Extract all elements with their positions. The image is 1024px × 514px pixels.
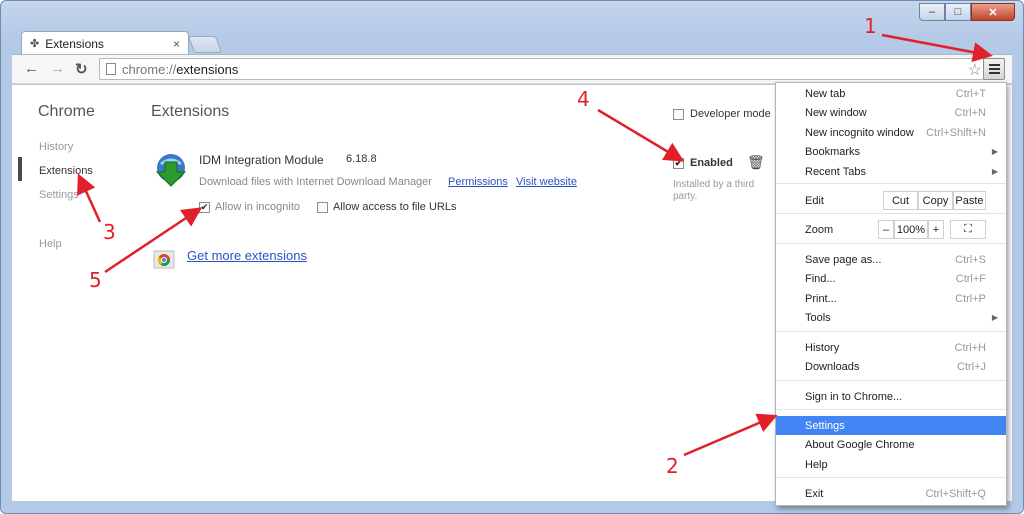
menu-item-history[interactable]: History Ctrl+H — [776, 338, 1006, 357]
menu-item-new-incognito[interactable]: New incognito window Ctrl+Shift+N — [776, 123, 1006, 142]
zoom-in-button[interactable]: + — [928, 220, 944, 239]
address-bar[interactable]: chrome://extensions ☆ — [99, 58, 989, 80]
cut-button[interactable]: Cut — [883, 191, 918, 210]
puzzle-icon: ✤ — [30, 38, 40, 50]
menu-separator — [776, 213, 1006, 214]
edit-button-group: Cut Copy Paste — [883, 191, 986, 210]
extension-description: Download files with Internet Download Ma… — [199, 176, 432, 188]
annotation-label-4: 4 — [577, 87, 590, 111]
extension-name: IDM Integration Module — [199, 153, 324, 167]
enabled-checkbox[interactable]: ✔ — [673, 157, 684, 169]
sidebar-item-help[interactable]: Help — [39, 238, 62, 250]
menu-separator — [776, 477, 1006, 478]
tab-title: Extensions — [45, 36, 104, 51]
annotation-label-2: 2 — [666, 454, 679, 478]
sidebar-selection-indicator — [18, 157, 22, 181]
menu-item-exit[interactable]: Exit Ctrl+Shift+Q — [776, 484, 1006, 503]
new-tab-button[interactable] — [187, 36, 223, 53]
fullscreen-icon[interactable]: ⛶ — [950, 220, 986, 239]
allow-incognito-label: Allow in incognito — [215, 201, 300, 213]
page-icon — [106, 63, 116, 75]
menu-separator — [776, 409, 1006, 410]
menu-item-downloads[interactable]: Downloads Ctrl+J — [776, 357, 1006, 376]
menu-item-settings[interactable]: Settings — [776, 416, 1006, 435]
annotation-label-5: 5 — [89, 268, 102, 292]
page-title: Extensions — [151, 103, 230, 120]
menu-separator — [776, 380, 1006, 381]
forward-icon[interactable]: → — [50, 60, 65, 77]
menu-separator — [776, 243, 1006, 244]
sidebar-item-extensions[interactable]: Extensions — [39, 165, 93, 177]
back-icon[interactable]: ← — [24, 60, 39, 77]
browser-window: – □ ✕ ✤ Extensions × ← → ↻ chrome://exte… — [0, 0, 1024, 514]
developer-mode-label: Developer mode — [690, 108, 771, 120]
allow-file-urls-label: Allow access to file URLs — [333, 201, 457, 213]
permissions-link[interactable]: Permissions — [448, 176, 508, 188]
developer-mode-checkbox[interactable] — [673, 108, 684, 120]
third-party-note: Installed by a third party. — [673, 179, 755, 202]
zoom-out-button[interactable]: – — [878, 220, 894, 239]
menu-separator — [776, 183, 1006, 184]
allow-incognito-checkbox[interactable]: ✔ — [199, 201, 210, 213]
menu-item-new-window[interactable]: New window Ctrl+N — [776, 103, 1006, 122]
get-more-extensions-link[interactable]: Get more extensions — [187, 248, 307, 263]
menu-item-about[interactable]: About Google Chrome — [776, 435, 1006, 454]
url-text: chrome://extensions — [122, 61, 239, 77]
enabled-option[interactable]: ✔ Enabled — [673, 157, 733, 169]
tab-extensions[interactable]: ✤ Extensions × — [21, 31, 189, 55]
minimize-button[interactable]: – — [919, 3, 945, 21]
extension-version: 6.18.8 — [346, 153, 377, 165]
reload-icon[interactable]: ↻ — [75, 60, 88, 78]
annotation-label-3: 3 — [103, 220, 116, 244]
chrome-store-icon — [153, 250, 175, 269]
menu-item-sign-in[interactable]: Sign in to Chrome... — [776, 387, 1006, 406]
menu-item-tools[interactable]: Tools ▶ — [776, 308, 1006, 327]
allow-file-urls-checkbox[interactable] — [317, 201, 328, 213]
menu-item-recent-tabs[interactable]: Recent Tabs ▶ — [776, 162, 1006, 181]
menu-item-print[interactable]: Print... Ctrl+P — [776, 289, 1006, 308]
chrome-menu: New tab Ctrl+T New window Ctrl+N New incog… — [775, 82, 1007, 506]
maximize-button[interactable]: □ — [945, 3, 971, 21]
developer-mode-toggle[interactable]: Developer mode — [673, 108, 771, 120]
visit-website-link[interactable]: Visit website — [516, 176, 577, 188]
window-controls: – □ ✕ — [919, 3, 1015, 21]
menu-icon[interactable] — [983, 58, 1005, 80]
sidebar-item-settings[interactable]: Settings — [39, 189, 79, 201]
toolbar: ← → ↻ chrome://extensions ☆ — [12, 54, 1012, 84]
copy-button[interactable]: Copy — [918, 191, 953, 210]
sidebar-item-history[interactable]: History — [39, 141, 73, 153]
zoom-level: 100% — [894, 220, 928, 239]
menu-item-help[interactable]: Help — [776, 455, 1006, 474]
menu-item-new-tab[interactable]: New tab Ctrl+T — [776, 84, 1006, 103]
menu-item-save-page[interactable]: Save page as... Ctrl+S — [776, 250, 1006, 269]
tab-close-icon[interactable]: × — [173, 37, 180, 51]
menu-separator — [776, 331, 1006, 332]
annotation-label-1: 1 — [864, 14, 877, 38]
close-window-button[interactable]: ✕ — [971, 3, 1015, 21]
zoom-controls: – 100% + — [878, 220, 944, 239]
allow-incognito-option[interactable]: ✔ Allow in incognito — [199, 201, 300, 213]
paste-button[interactable]: Paste — [953, 191, 986, 210]
enabled-label: Enabled — [690, 157, 733, 169]
sidebar-title: Chrome — [38, 103, 95, 120]
menu-item-find[interactable]: Find... Ctrl+F — [776, 269, 1006, 288]
allow-file-urls-option[interactable]: Allow access to file URLs — [317, 201, 457, 213]
idm-icon — [155, 154, 187, 187]
menu-item-bookmarks[interactable]: Bookmarks ▶ — [776, 142, 1006, 161]
trash-icon[interactable]: 🗑 — [747, 154, 765, 171]
star-icon[interactable]: ☆ — [968, 60, 982, 80]
